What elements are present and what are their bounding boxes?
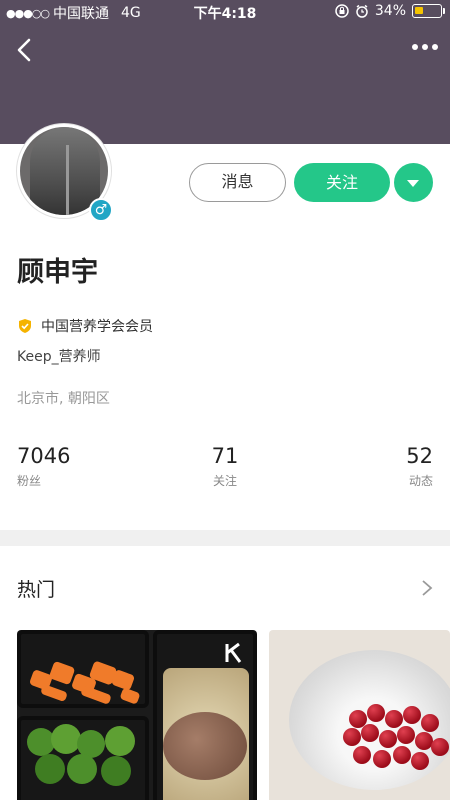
- certification-row: 中国营养学会会员: [17, 316, 153, 336]
- meal-tray-image: [17, 630, 149, 708]
- stat-posts[interactable]: 52 动态: [406, 444, 433, 489]
- profile-location: 北京市, 朝阳区: [17, 391, 110, 407]
- battery-icon: [412, 4, 445, 18]
- section-title: 热门: [17, 579, 56, 601]
- follow-button[interactable]: 关注: [294, 163, 390, 202]
- chevron-right-icon[interactable]: [420, 578, 434, 598]
- message-button[interactable]: 消息: [189, 163, 286, 202]
- rotation-lock-icon: [335, 4, 349, 18]
- back-arrow-icon[interactable]: [12, 36, 36, 64]
- stat-following-label: 关注: [212, 474, 237, 488]
- verified-shield-icon: [19, 319, 31, 333]
- certification-text: 中国营养学会会员: [41, 319, 153, 335]
- alarm-icon: [356, 4, 368, 18]
- status-bar: ●●●○○ 中国联通 4G 下午4:18 34%: [0, 0, 450, 24]
- keep-logo-icon: [225, 642, 242, 663]
- stat-following-value: 71: [211, 444, 239, 468]
- cherry-bowl-image: [289, 650, 450, 790]
- post-thumbnail[interactable]: [269, 630, 450, 800]
- chevron-down-icon[interactable]: [394, 163, 433, 202]
- more-options-icon[interactable]: [412, 44, 438, 50]
- post-thumbnail[interactable]: [17, 630, 257, 800]
- profile-name: 顾申宇: [17, 257, 98, 288]
- section-divider: [0, 530, 450, 546]
- profile-title: Keep_营养师: [17, 349, 101, 365]
- battery-percent: 34%: [374, 3, 406, 19]
- battery-level: [415, 7, 423, 14]
- broccoli-tray-image: [17, 716, 149, 800]
- male-gender-icon: ♂: [89, 198, 113, 222]
- stat-posts-value: 52: [406, 444, 433, 468]
- stat-following[interactable]: 71 关注: [0, 444, 450, 489]
- stat-posts-label: 动态: [408, 474, 433, 488]
